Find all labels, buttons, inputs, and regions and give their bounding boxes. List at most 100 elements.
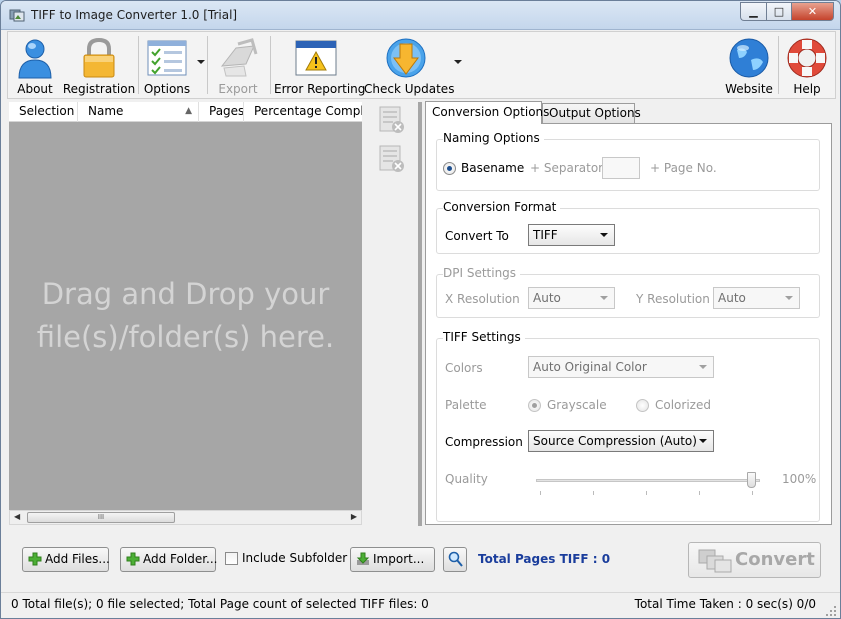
options-dropdown-caret[interactable] (197, 60, 205, 64)
convert-to-value: TIFF (533, 228, 558, 242)
about-button[interactable]: About (10, 32, 60, 98)
colors-select[interactable]: Auto Original Color (528, 356, 714, 378)
check-updates-label: Check Updates (364, 82, 455, 96)
chevron-down-icon (699, 365, 707, 369)
import-button[interactable]: Import... (350, 547, 435, 572)
add-folder-label: Add Folder... (143, 552, 218, 566)
grayscale-label: Grayscale (547, 398, 607, 412)
slider-tick (540, 491, 541, 495)
error-reporting-button[interactable]: Error Reporting (274, 32, 365, 98)
export-icon (220, 38, 258, 77)
check-updates-button[interactable]: Check Updates (364, 32, 455, 98)
add-files-label: Add Files... (45, 552, 110, 566)
toolbar: About Registration Options Export Error … (7, 31, 836, 99)
drop-hint-text: Drag and Drop your file(s)/folder(s) her… (36, 277, 335, 354)
quality-label: Quality (445, 472, 488, 486)
colorized-label: Colorized (655, 398, 711, 412)
window-title: TIFF to Image Converter 1.0 [Trial] (31, 8, 238, 22)
status-time-taken: Total Time Taken : 0 sec(s) 0/0 (634, 597, 816, 611)
column-header-percentage[interactable]: Percentage Complet (244, 102, 362, 122)
convert-to-select[interactable]: TIFF (528, 224, 615, 246)
remove-all-files-icon[interactable] (378, 144, 406, 174)
convert-to-label: Convert To (445, 229, 509, 243)
tiff-settings-title: TIFF Settings (443, 330, 525, 344)
basename-label: Basename (461, 161, 525, 175)
file-drop-zone[interactable]: Drag and Drop your file(s)/folder(s) her… (9, 122, 362, 510)
convert-icon (698, 549, 732, 573)
tab-output-options[interactable]: Output Options (542, 103, 641, 123)
panel-splitter[interactable] (418, 102, 422, 526)
naming-options-title: Naming Options (443, 131, 544, 145)
quality-value: 100% (782, 472, 817, 486)
slider-tick (646, 491, 647, 495)
x-resolution-label: X Resolution (445, 292, 520, 306)
options-button[interactable]: Options (142, 32, 192, 98)
column-header-selection[interactable]: Selection (9, 102, 78, 122)
lifebuoy-icon (787, 38, 827, 78)
quality-slider[interactable] (536, 467, 760, 495)
slider-tick (699, 491, 700, 495)
export-label: Export (218, 82, 258, 96)
compression-value: Source Compression (Auto) (533, 434, 697, 448)
grayscale-radio[interactable] (528, 399, 541, 412)
dpi-settings-title: DPI Settings (443, 266, 521, 280)
website-label: Website (725, 82, 773, 96)
import-icon (356, 552, 370, 565)
export-button[interactable]: Export (212, 32, 264, 98)
colorized-radio[interactable] (636, 399, 649, 412)
maximize-button[interactable]: □ (766, 2, 791, 21)
y-resolution-select[interactable]: Auto (713, 287, 800, 309)
about-label: About (17, 82, 53, 96)
separator-label: + Separator (530, 161, 604, 175)
scroll-right-arrow-icon[interactable]: ▶ (351, 512, 357, 521)
tab-conversion-options[interactable]: Conversion Options (425, 101, 549, 124)
quality-slider-thumb[interactable] (747, 472, 756, 488)
slider-tick (593, 491, 594, 495)
help-button[interactable]: Help (782, 32, 832, 98)
website-button[interactable]: Website (724, 32, 774, 98)
plus-icon (126, 552, 140, 566)
globe-icon (729, 38, 769, 78)
chevron-down-icon (600, 233, 608, 237)
basename-radio[interactable] (443, 162, 456, 175)
bottom-action-bar: Add Files... Add Folder... Include Subfo… (9, 534, 834, 584)
check-updates-dropdown-caret[interactable] (454, 60, 462, 64)
scroll-left-arrow-icon[interactable]: ◀ (14, 512, 20, 521)
total-pages-label: Total Pages TIFF : 0 (478, 552, 611, 566)
preview-button[interactable] (443, 547, 467, 572)
include-subfolder-checkbox[interactable] (225, 552, 238, 565)
registration-label: Registration (62, 82, 136, 96)
scrollbar-thumb[interactable]: III (27, 512, 175, 523)
toolbar-separator (778, 36, 779, 94)
resize-grip-icon[interactable] (825, 605, 837, 617)
download-arrow-icon (386, 38, 426, 78)
remove-file-icon[interactable] (378, 105, 406, 135)
close-button[interactable]: ✕ (791, 2, 834, 21)
toolbar-separator (207, 36, 208, 94)
file-list-horizontal-scrollbar[interactable]: ◀ III ▶ (9, 510, 362, 525)
registration-button[interactable]: Registration (62, 32, 136, 98)
separator-input[interactable] (602, 157, 640, 179)
chevron-down-icon (699, 439, 707, 443)
x-resolution-select[interactable]: Auto (528, 287, 615, 309)
y-resolution-value: Auto (718, 291, 746, 305)
magnifier-icon (448, 551, 463, 567)
page-no-label: + Page No. (650, 161, 717, 175)
convert-button[interactable]: Convert (688, 542, 821, 578)
dpi-settings-group: DPI Settings X Resolution Auto Y Resolut… (436, 266, 820, 318)
status-file-summary: 0 Total file(s); 0 file selected; Total … (11, 597, 429, 611)
status-bar: 0 Total file(s); 0 file selected; Total … (1, 592, 840, 618)
y-resolution-label: Y Resolution (636, 292, 710, 306)
toolbar-separator (138, 36, 139, 94)
minimize-button[interactable]: ▁ (740, 2, 766, 21)
compression-select[interactable]: Source Compression (Auto) (528, 430, 714, 452)
chevron-down-icon (600, 296, 608, 300)
add-files-button[interactable]: Add Files... (22, 547, 110, 572)
column-header-name[interactable]: Name ▲ (78, 102, 199, 122)
add-folder-button[interactable]: Add Folder... (120, 547, 218, 572)
plus-icon (28, 552, 42, 566)
user-icon (18, 39, 52, 79)
conversion-format-title: Conversion Format (443, 200, 561, 214)
column-header-pages[interactable]: Pages (199, 102, 244, 122)
tiff-settings-group: TIFF Settings Colors Auto Original Color… (436, 330, 820, 522)
